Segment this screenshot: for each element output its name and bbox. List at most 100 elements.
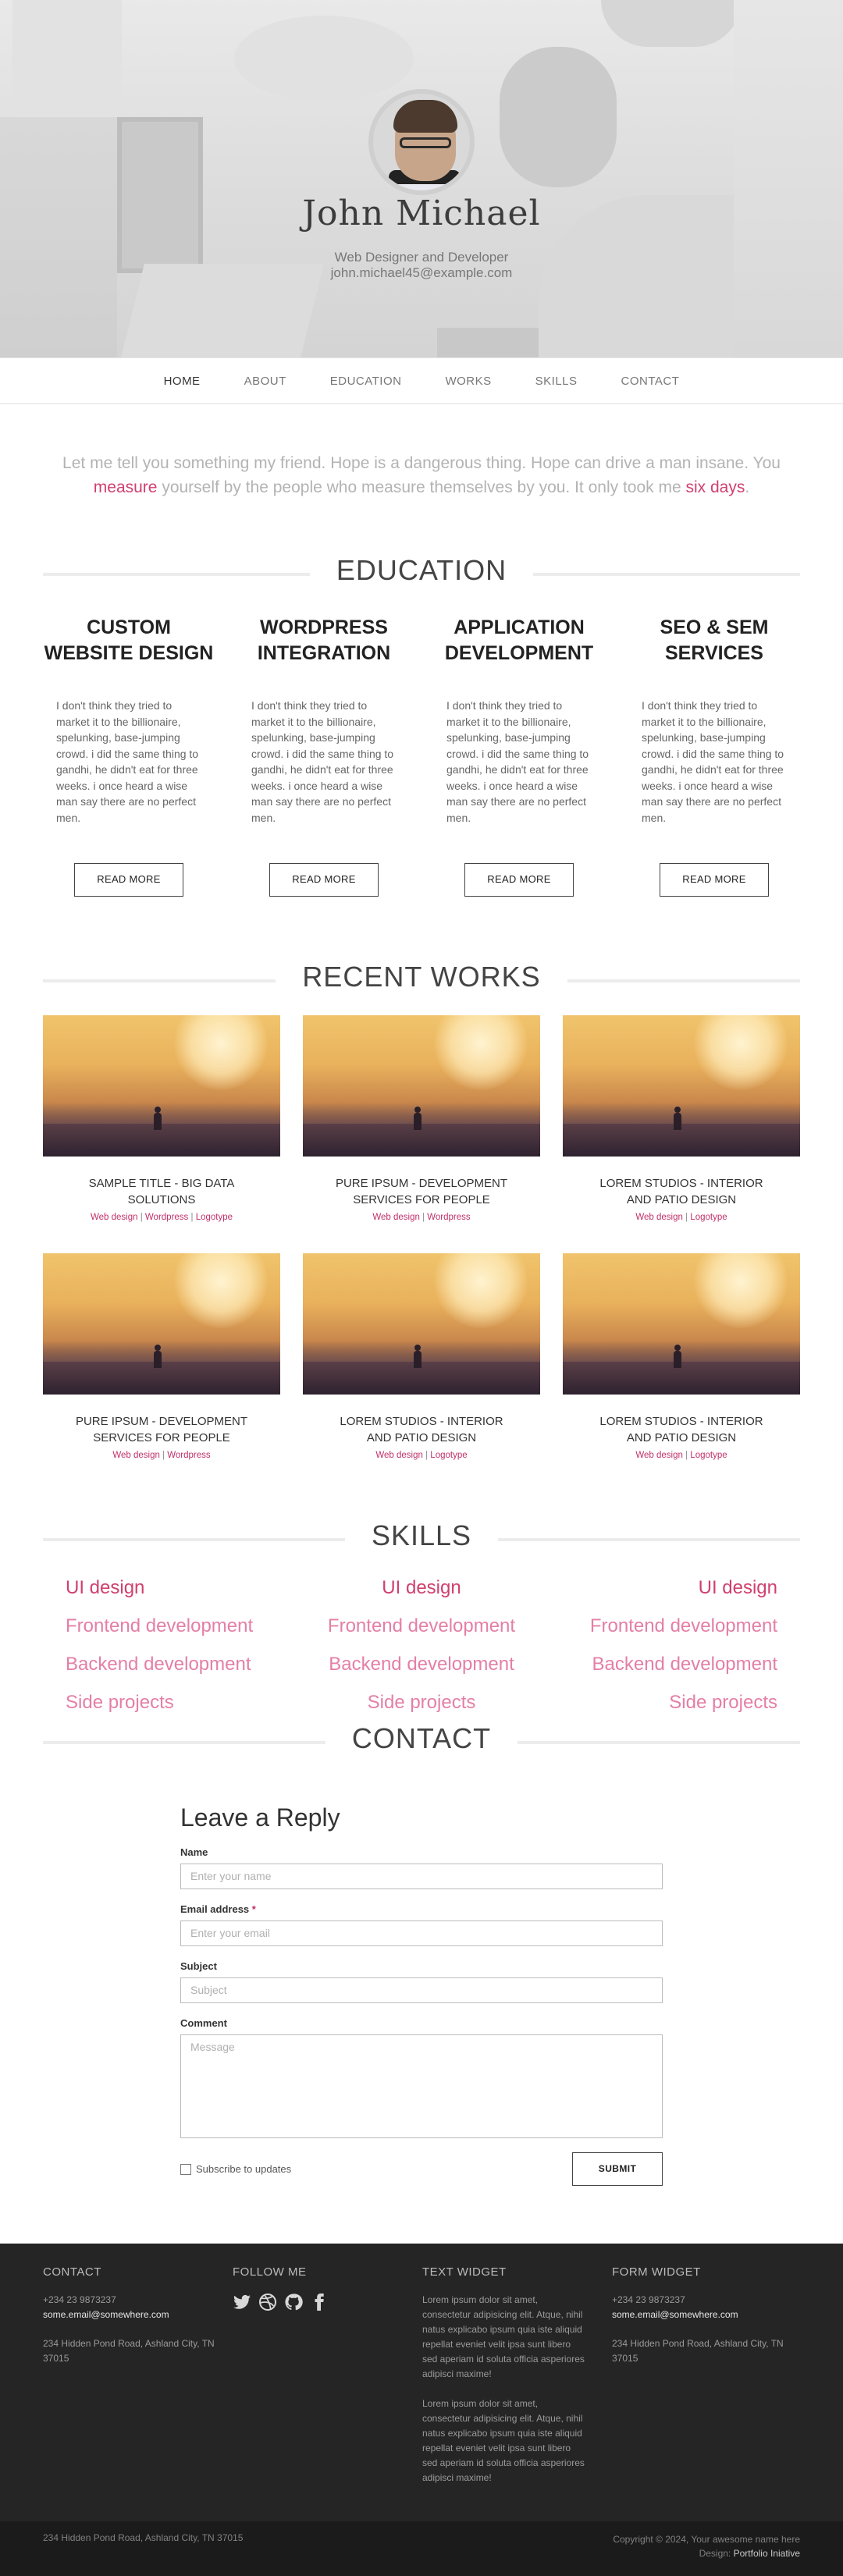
work-card[interactable]: PURE IPSUM - DEVELOPMENT SERVICES FOR PE…	[303, 1015, 540, 1222]
work-card[interactable]: LOREM STUDIOS - INTERIOR AND PATIO DESIG…	[563, 1015, 800, 1222]
work-tag-link[interactable]: Web design	[635, 1213, 683, 1222]
work-tag-link[interactable]: Logotype	[430, 1451, 467, 1460]
subject-input[interactable]: Subject	[180, 1977, 663, 2003]
work-tag-link[interactable]: Logotype	[690, 1451, 727, 1460]
work-thumbnail[interactable]	[303, 1253, 540, 1395]
design-label: Design:	[699, 2548, 731, 2559]
footer: CONTACT +234 23 9873237 some.email@somew…	[0, 2244, 843, 2521]
skills-heading: SKILLS	[344, 1519, 499, 1551]
skill-item: Frontend development	[327, 1615, 516, 1636]
subject-label: Subject	[180, 1960, 663, 1972]
read-more-button[interactable]: READ MORE	[74, 863, 183, 897]
section-heading: RECENT WORKS	[43, 961, 800, 1000]
hero-email[interactable]: john.michael45@example.com	[0, 265, 843, 281]
form-title: Leave a Reply	[180, 1803, 340, 1832]
work-tags: Web design | Wordpress	[112, 1451, 211, 1460]
skills-grid: UI design UI design UI design Frontend d…	[66, 1577, 777, 1719]
education-section: EDUCATION CUSTOM WEBSITE DESIGN I don't …	[0, 554, 843, 897]
works-heading: RECENT WORKS	[276, 961, 567, 993]
work-card[interactable]: LOREM STUDIOS - INTERIOR AND PATIO DESIG…	[303, 1253, 540, 1460]
nav-item-education[interactable]: EDUCATION	[330, 375, 402, 388]
avatar	[368, 89, 475, 195]
footer-heading: FOLLOW ME	[233, 2265, 307, 2279]
read-more-button[interactable]: READ MORE	[660, 863, 769, 897]
education-card-title: WORDPRESS INTEGRATION	[257, 616, 391, 664]
hero-subtitle: Web Designer and Developer	[334, 250, 509, 265]
subject-label-text: Subject	[180, 1960, 217, 1972]
nav-item-contact[interactable]: CONTACT	[621, 375, 680, 388]
education-card: WORDPRESS INTEGRATION I don't think they…	[226, 609, 422, 897]
work-tag-link[interactable]: Logotype	[690, 1213, 727, 1222]
design-credit-link[interactable]: Portfolio Iniative	[734, 2548, 800, 2559]
comment-textarea[interactable]: Message	[180, 2034, 663, 2138]
dribbble-icon[interactable]	[258, 2293, 277, 2311]
work-tag-link[interactable]: Web design	[375, 1451, 423, 1460]
work-card[interactable]: SAMPLE TITLE - BIG DATA SOLUTIONS Web des…	[43, 1015, 280, 1222]
work-tag-link[interactable]: Web design	[112, 1451, 160, 1460]
skill-item: UI design	[382, 1577, 461, 1598]
work-tag-link[interactable]: Wordpress	[167, 1451, 210, 1460]
work-tags: Web design | Wordpress | Logotype	[90, 1213, 233, 1222]
facebook-icon[interactable]	[310, 2293, 329, 2311]
skill-item: Side projects	[367, 1692, 476, 1713]
work-tag-link[interactable]: Web design	[372, 1213, 420, 1222]
education-card: SEO & SEM SERVICES I don't think they tr…	[617, 609, 812, 897]
checkbox-box[interactable]	[180, 2163, 191, 2175]
work-thumbnail[interactable]	[303, 1015, 540, 1157]
section-heading: CONTACT	[43, 1722, 800, 1761]
nav-item-skills[interactable]: SKILLS	[535, 375, 578, 388]
work-tag-link[interactable]: Web design	[635, 1451, 683, 1460]
education-card-title: SEO & SEM SERVICES	[660, 616, 769, 664]
reply-form: Leave a Reply Name Enter your name Email…	[180, 1803, 663, 2186]
name-label: Name	[180, 1846, 663, 1858]
skill-item: Side projects	[669, 1692, 777, 1713]
comment-label-text: Comment	[180, 2017, 227, 2029]
work-title: LOREM STUDIOS - INTERIOR AND PATIO DESIG…	[599, 1415, 763, 1444]
intro-quote: Let me tell you something my friend. Hop…	[47, 451, 796, 499]
work-tag-link[interactable]: Wordpress	[427, 1213, 470, 1222]
read-more-button[interactable]: READ MORE	[464, 863, 574, 897]
work-tag-link[interactable]: Web design	[91, 1213, 138, 1222]
work-card[interactable]: LOREM STUDIOS - INTERIOR AND PATIO DESIG…	[563, 1253, 800, 1460]
footer-text-widget: TEXT WIDGET Lorem ipsum dolor sit amet, …	[422, 2265, 612, 2485]
work-thumbnail[interactable]	[43, 1015, 280, 1157]
nav-item-home[interactable]: HOME	[164, 375, 201, 388]
contact-heading: CONTACT	[325, 1722, 518, 1754]
work-thumbnail[interactable]	[43, 1253, 280, 1395]
comment-label: Comment	[180, 2017, 663, 2029]
works-section: RECENT WORKS SAMPLE TITLE - BIG DATA SOL…	[0, 961, 843, 1460]
name-input[interactable]: Enter your name	[180, 1864, 663, 1889]
footer-heading: CONTACT	[43, 2265, 101, 2279]
footer-widget-text: Lorem ipsum dolor sit amet, consectetur …	[422, 2398, 585, 2483]
footer-phone: +234 23 9873237	[43, 2294, 116, 2305]
subscribe-label: Subscribe to updates	[196, 2163, 292, 2175]
footer-widget-text: Lorem ipsum dolor sit amet, consectetur …	[422, 2294, 585, 2379]
footer-email[interactable]: some.email@somewhere.com	[612, 2308, 802, 2322]
footer-email[interactable]: some.email@somewhere.com	[43, 2308, 233, 2322]
work-tag-link[interactable]: Logotype	[196, 1213, 233, 1222]
twitter-icon[interactable]	[233, 2293, 251, 2311]
work-thumbnail[interactable]	[563, 1015, 800, 1157]
nav-item-about[interactable]: ABOUT	[244, 375, 286, 388]
work-thumbnail[interactable]	[563, 1253, 800, 1395]
email-input[interactable]: Enter your email	[180, 1920, 663, 1946]
education-card-title: CUSTOM WEBSITE DESIGN	[44, 616, 214, 664]
footer-address: 234 Hidden Pond Road, Ashland City, TN 3…	[612, 2338, 784, 2364]
education-card-text: I don't think they tried to market it to…	[642, 699, 784, 824]
github-icon[interactable]	[284, 2293, 303, 2311]
skill-item: Backend development	[329, 1654, 514, 1675]
main-nav: HOME ABOUT EDUCATION WORKS SKILLS CONTAC…	[0, 357, 843, 404]
email-label: Email address *	[180, 1903, 663, 1915]
quote-text: Let me tell you something my friend. Hop…	[62, 454, 781, 472]
education-card-text: I don't think they tried to market it to…	[56, 699, 199, 824]
nav-item-works[interactable]: WORKS	[445, 375, 491, 388]
work-tag-link[interactable]: Wordpress	[145, 1213, 188, 1222]
submit-button[interactable]: SUBMIT	[572, 2152, 663, 2186]
hero-name: John Michael	[302, 194, 541, 233]
work-title: PURE IPSUM - DEVELOPMENT SERVICES FOR PE…	[75, 1415, 248, 1444]
read-more-button[interactable]: READ MORE	[269, 863, 379, 897]
work-card[interactable]: PURE IPSUM - DEVELOPMENT SERVICES FOR PE…	[43, 1253, 280, 1460]
subscribe-checkbox[interactable]: Subscribe to updates	[180, 2163, 291, 2175]
quote-text: yourself by the people who measure thems…	[157, 478, 686, 496]
copyright-text: Copyright © 2024, Your awesome name here	[613, 2534, 800, 2545]
